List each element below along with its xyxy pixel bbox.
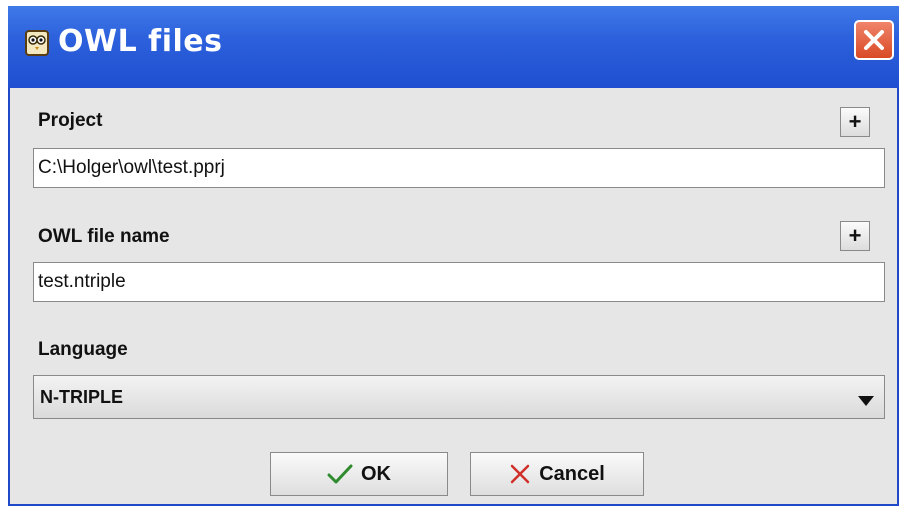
cancel-label: Cancel — [539, 462, 605, 485]
cancel-button[interactable]: Cancel — [470, 452, 644, 496]
add-project-button[interactable]: + — [840, 107, 870, 137]
add-owl-file-button[interactable]: + — [840, 221, 870, 251]
x-icon — [509, 463, 531, 485]
project-path-field[interactable]: C:\Holger\owl\test.pprj — [33, 148, 885, 188]
owl-file-name-field[interactable]: test.ntriple — [33, 262, 885, 302]
title-bar[interactable]: OWL files — [8, 6, 899, 88]
owl-file-name-label: OWL file name — [38, 226, 170, 247]
language-label: Language — [38, 339, 128, 360]
close-button[interactable] — [854, 20, 894, 60]
ok-button[interactable]: OK — [270, 452, 448, 496]
ok-label: OK — [361, 462, 391, 485]
project-label: Project — [38, 110, 103, 131]
owl-app-icon — [23, 28, 51, 58]
window-title: OWL files — [58, 24, 223, 59]
language-select[interactable]: N-TRIPLE — [33, 375, 885, 419]
language-selected-value: N-TRIPLE — [40, 386, 123, 407]
check-icon — [327, 463, 353, 485]
chevron-down-icon — [858, 390, 874, 411]
owl-files-dialog: OWL files Project + C:\Holger\owl\test.p… — [8, 6, 899, 506]
